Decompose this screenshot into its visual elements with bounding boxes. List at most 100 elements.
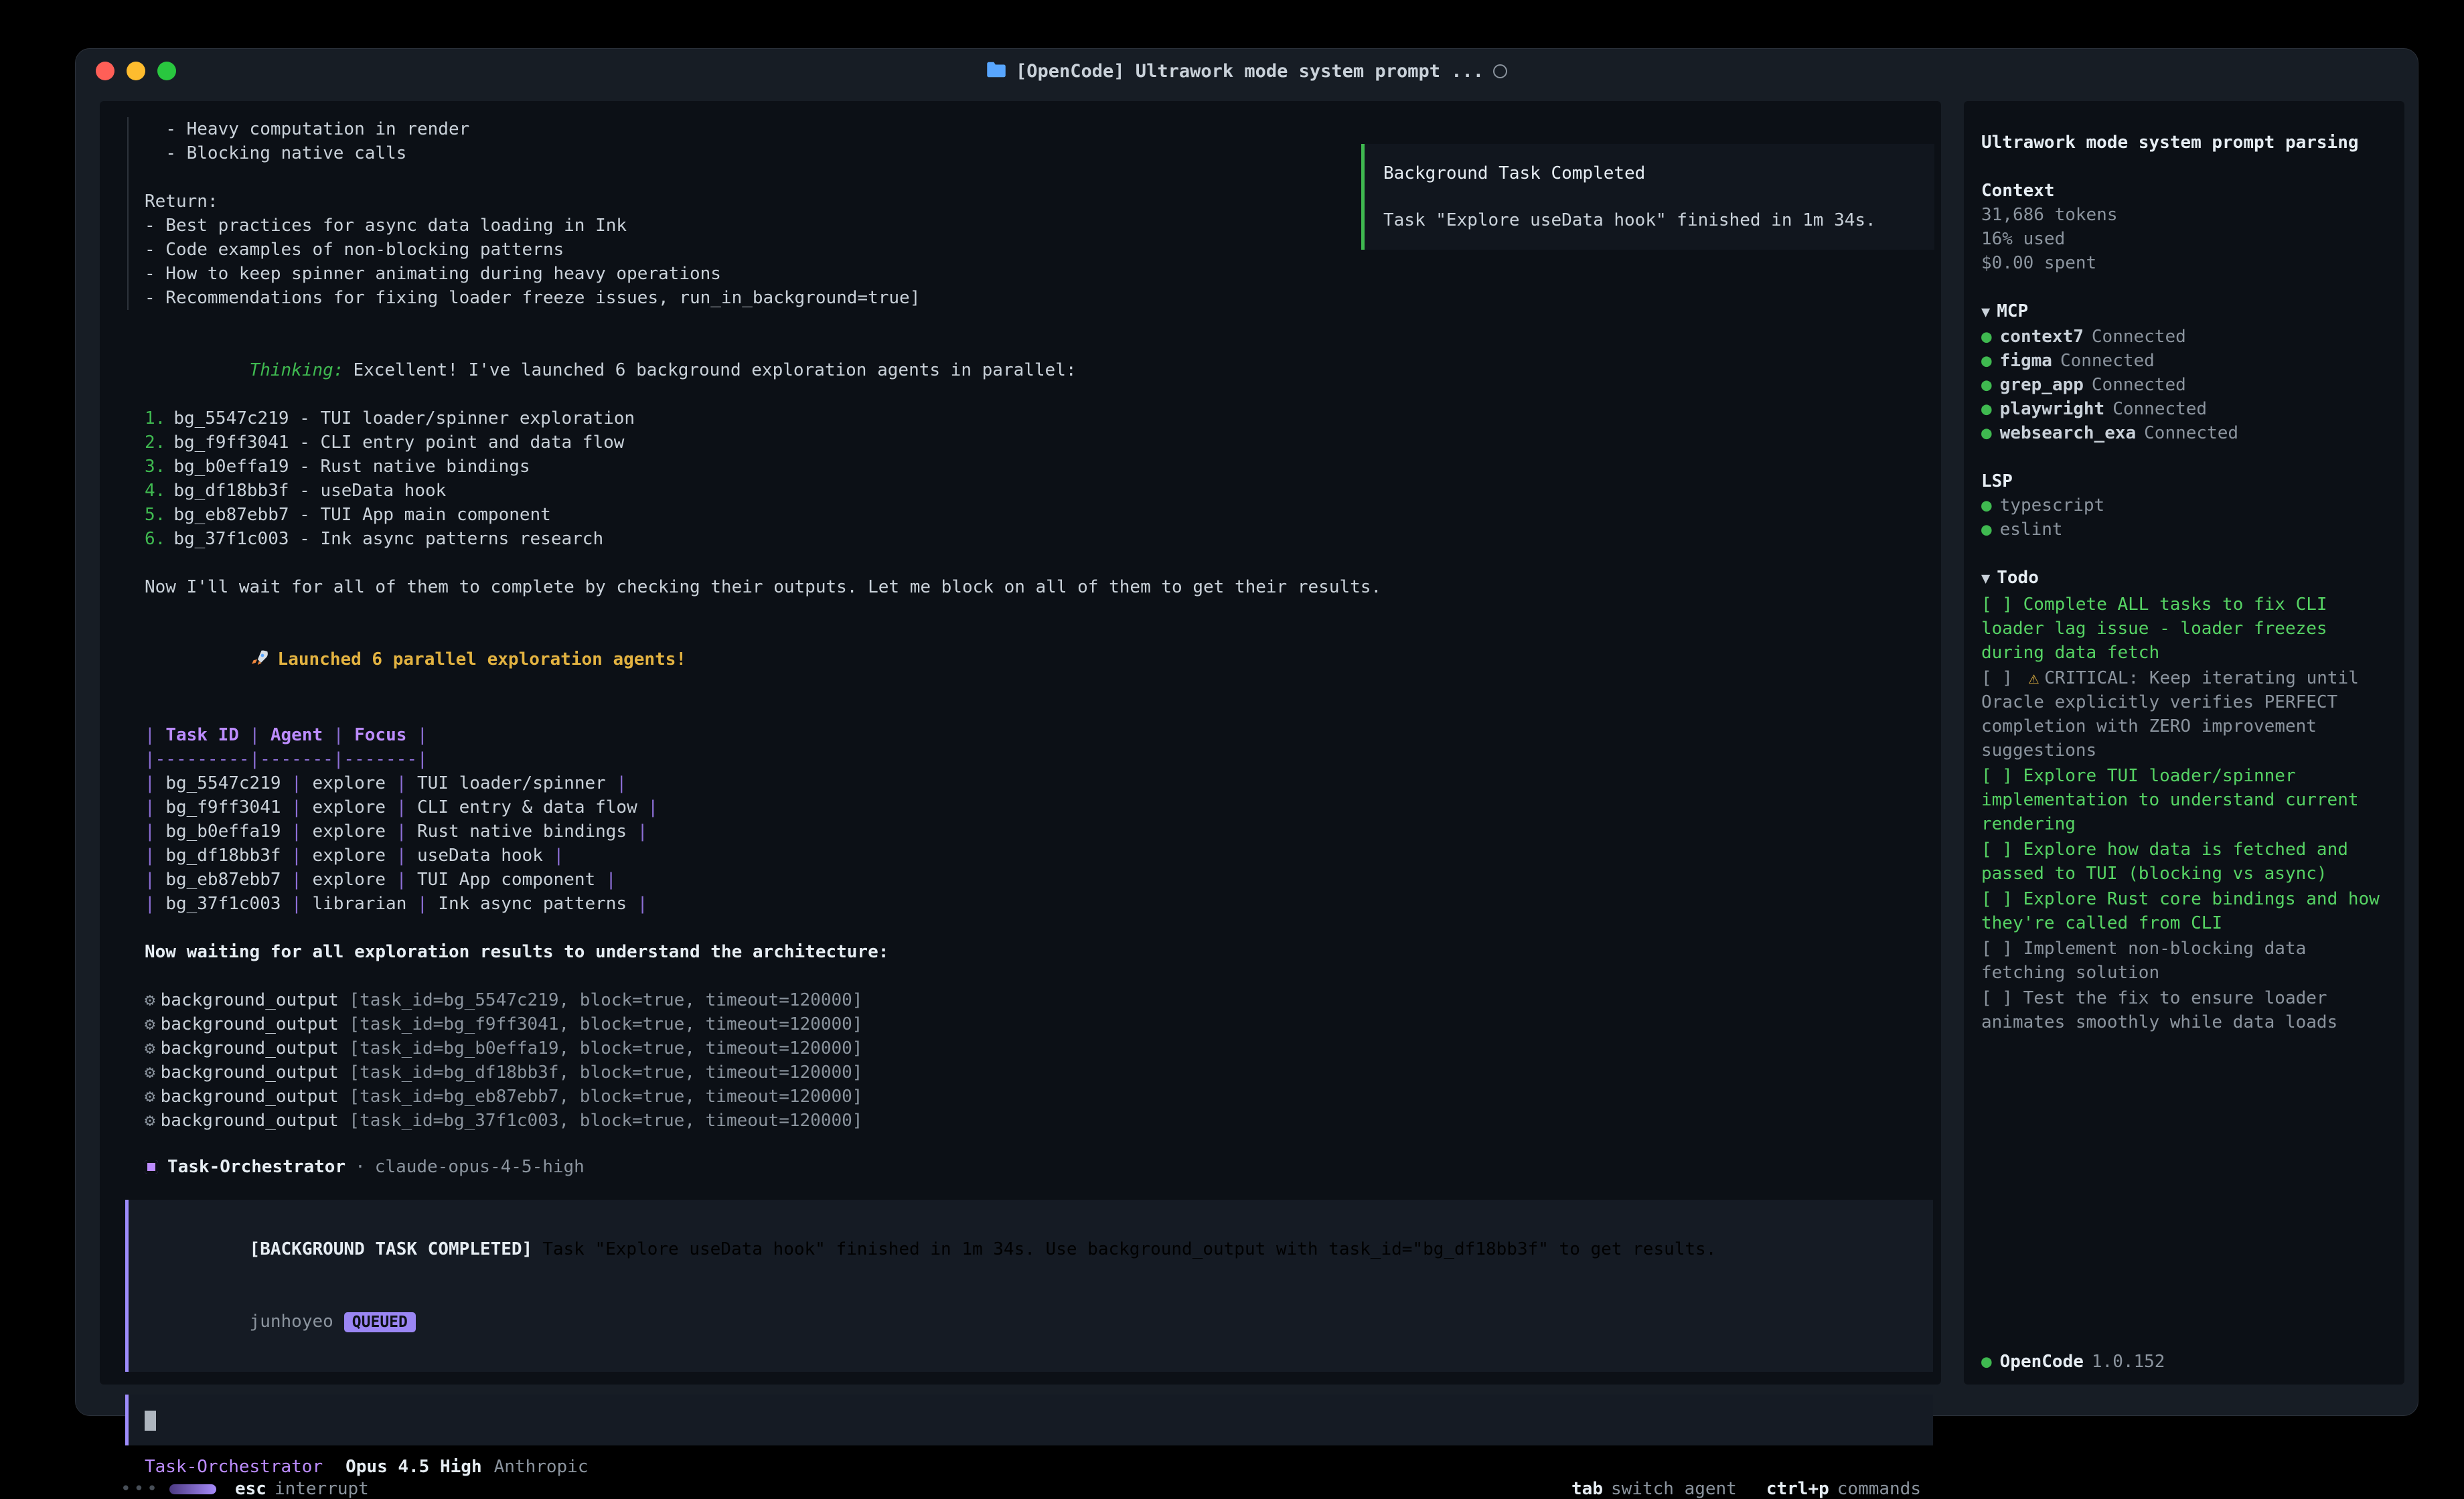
- transcript-line: - Heavy computation in render: [145, 117, 1921, 141]
- tab-key-hint-group: tab switch agent: [1571, 1479, 1737, 1499]
- gear-icon: ⚙: [145, 1087, 155, 1107]
- mcp-status: Connected: [2144, 423, 2238, 443]
- mcp-status: Connected: [2112, 399, 2207, 419]
- launch-banner-text: Launched 6 parallel exploration agents!: [278, 649, 686, 669]
- status-dot-icon: ●: [1981, 327, 1992, 347]
- tool-args: [task_id=bg_eb87ebb7, block=true, timeou…: [339, 1087, 863, 1107]
- todo-item: [ ] Test the fix to ensure loader animat…: [1981, 986, 2387, 1034]
- status-dot-icon: ●: [1981, 351, 1992, 371]
- prompt-input[interactable]: [125, 1395, 1933, 1445]
- sidebar-footer: ●OpenCode1.0.152: [1981, 1350, 2387, 1374]
- list-number: 4.: [145, 481, 165, 501]
- completed-task-meta: junhoyeoQUEUED: [145, 1285, 1917, 1358]
- tool-call-line: ⚙background_output [task_id=bg_37f1c003,…: [145, 1109, 1921, 1133]
- todo-item: [ ] ⚠CRITICAL: Keep iterating until Orac…: [1981, 666, 2387, 763]
- todo-section-header[interactable]: ▼Todo: [1981, 566, 2387, 591]
- background-task-notification: Background Task Completed Task "Explore …: [1361, 144, 1934, 250]
- table-cell: TUI App component: [417, 870, 595, 890]
- agent-desc: bg_eb87ebb7 - TUI App main component: [173, 505, 551, 525]
- tab-key-label: switch agent: [1611, 1479, 1737, 1499]
- table-cell: explore: [312, 821, 386, 842]
- tool-name: background_output: [161, 1111, 339, 1131]
- tool-name: background_output: [161, 1014, 339, 1034]
- context-tokens: 31,686 tokens: [1981, 203, 2387, 227]
- completed-task-message: [BACKGROUND TASK COMPLETED]Task "Explore…: [145, 1213, 1917, 1285]
- todo-checkbox: [ ]: [1981, 889, 2023, 909]
- sidebar: Ultrawork mode system prompt parsing Con…: [1964, 101, 2404, 1385]
- mcp-item: ●figmaConnected: [1981, 349, 2387, 373]
- progress-spinner-icon: [169, 1484, 216, 1494]
- table-cell: Rust native bindings: [417, 821, 627, 842]
- todo-item: [ ] Explore TUI loader/spinner implement…: [1981, 764, 2387, 836]
- status-dot-icon: ●: [1981, 495, 1992, 516]
- caret-down-icon: ▼: [1981, 570, 1990, 587]
- thinking-text: Excellent! I've launched 6 background ex…: [353, 360, 1076, 380]
- launch-banner: Launched 6 parallel exploration agents!: [145, 623, 1921, 699]
- table-cell: CLI entry & data flow: [417, 797, 637, 817]
- agent-list-item: 6.bg_37f1c003 - Ink async patterns resea…: [145, 527, 1921, 551]
- table-header-cell: Task ID: [165, 725, 239, 745]
- status-dot-icon: ●: [1981, 520, 1992, 540]
- tool-name: background_output: [161, 990, 339, 1010]
- list-number: 2.: [145, 432, 165, 453]
- context-section: Context 31,686 tokens 16% used $0.00 spe…: [1981, 179, 2387, 275]
- thinking-line: Thinking:Excellent! I've launched 6 back…: [145, 334, 1921, 406]
- todo-item: [ ] Explore how data is fetched and pass…: [1981, 838, 2387, 886]
- table-cell: bg_eb87ebb7: [165, 870, 281, 890]
- status-bar: ••• esc interrupt tab switch agent ctrl+…: [100, 1479, 1941, 1499]
- ctrlp-key-hint: ctrl+p: [1766, 1479, 1829, 1499]
- ctrlp-key-label: commands: [1837, 1479, 1921, 1499]
- status-ring-icon: [1493, 64, 1507, 78]
- table-cell: Ink async patterns: [438, 894, 627, 914]
- todo-text: Explore how data is fetched and passed t…: [1981, 840, 2359, 884]
- wait-text: Now I'll wait for all of them to complet…: [145, 575, 1921, 599]
- completed-task-text: Task "Explore useData hook" finished in …: [542, 1239, 1716, 1259]
- todo-text: Explore TUI loader/spinner implementatio…: [1981, 766, 2369, 834]
- gear-icon: ⚙: [145, 1038, 155, 1058]
- mcp-item: ●playwrightConnected: [1981, 397, 2387, 421]
- tool-name: background_output: [161, 1062, 339, 1083]
- transcript-line: - How to keep spinner animating during h…: [145, 262, 1921, 286]
- todo-checkbox: [ ]: [1981, 988, 2023, 1008]
- gear-icon: ⚙: [145, 1062, 155, 1083]
- esc-key-label: interrupt: [275, 1479, 369, 1499]
- table-cell: bg_f9ff3041: [165, 797, 281, 817]
- table-cell: explore: [312, 773, 386, 793]
- session-title: Ultrawork mode system prompt parsing: [1981, 131, 2387, 155]
- rocket-icon: [250, 648, 270, 675]
- gear-icon: ⚙: [145, 990, 155, 1010]
- lsp-name: eslint: [2000, 520, 2063, 540]
- table-cell: bg_df18bb3f: [165, 846, 281, 866]
- table-cell: explore: [312, 870, 386, 890]
- app-name: OpenCode: [2000, 1352, 2084, 1372]
- mcp-item: ●context7Connected: [1981, 325, 2387, 349]
- lsp-section: LSP ●typescript ●eslint: [1981, 469, 2387, 542]
- mcp-status: Connected: [2092, 327, 2186, 347]
- active-model: Opus 4.5 High: [345, 1455, 482, 1479]
- agent-list-item: 3.bg_b0effa19 - Rust native bindings: [145, 455, 1921, 479]
- todo-text: Explore Rust core bindings and how they'…: [1981, 889, 2390, 933]
- username: junhoyeo: [250, 1312, 333, 1332]
- todo-item: [ ] Explore Rust core bindings and how t…: [1981, 887, 2387, 935]
- table-row: | bg_5547c219 | explore | TUI loader/spi…: [145, 771, 1921, 795]
- title-bar: [OpenCode] Ultrawork mode system prompt …: [76, 49, 2418, 93]
- window-title: [OpenCode] Ultrawork mode system prompt …: [1016, 61, 1484, 82]
- model-provider: Anthropic: [494, 1455, 589, 1479]
- context-used: 16% used: [1981, 227, 2387, 251]
- table-cell: bg_37f1c003: [165, 894, 281, 914]
- table-row: | bg_df18bb3f | explore | useData hook |: [145, 844, 1921, 868]
- mcp-name: websearch_exa: [2000, 423, 2137, 443]
- mcp-status: Connected: [2060, 351, 2155, 371]
- agent-icon: [145, 1160, 158, 1174]
- gear-icon: ⚙: [145, 1111, 155, 1131]
- mcp-section-header[interactable]: ▼MCP: [1981, 299, 2387, 325]
- todo-checkbox: [ ]: [1981, 840, 2023, 860]
- tool-args: [task_id=bg_5547c219, block=true, timeou…: [339, 990, 863, 1010]
- caret-down-icon: ▼: [1981, 304, 1990, 321]
- main-pane: Background Task Completed Task "Explore …: [100, 101, 1941, 1385]
- todo-text: Implement non-blocking data fetching sol…: [1981, 939, 2317, 983]
- agent-status-line: Task-Orchestrator · claude-opus-4-5-high: [145, 1157, 1921, 1177]
- todo-section: ▼Todo [ ] Complete ALL tasks to fix CLI …: [1981, 566, 2387, 1034]
- app-window: [OpenCode] Ultrawork mode system prompt …: [75, 48, 2418, 1416]
- list-number: 1.: [145, 408, 165, 428]
